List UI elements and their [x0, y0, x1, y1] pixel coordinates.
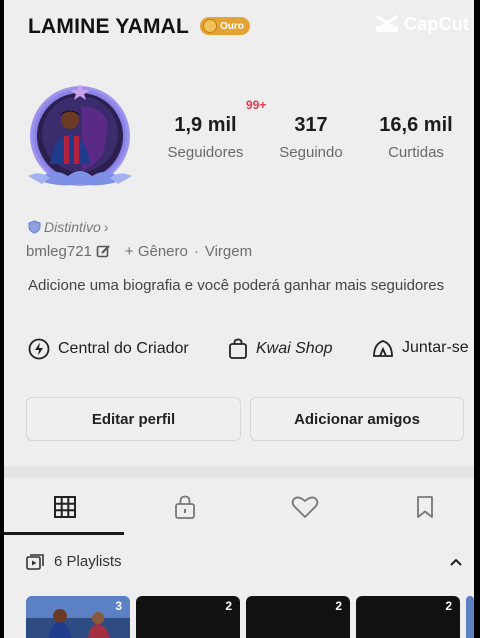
likes-label: Curtidas [388, 144, 444, 161]
creator-center-link[interactable]: Central do Criador [28, 338, 189, 360]
playlist-thumbnail[interactable]: 2 [356, 596, 460, 638]
creator-center-label: Central do Criador [58, 340, 189, 357]
meta-separator: · [193, 243, 199, 260]
profile-screen: LAMINE YAMAL Ouro CapCut 99+ 1,9 mil Seg… [4, 0, 474, 638]
playlist-thumbnail[interactable]: 2 [246, 596, 350, 638]
capcut-watermark: CapCut [374, 12, 469, 36]
playlist-count: 2 [445, 599, 452, 613]
add-friends-button[interactable]: Adicionar amigos [250, 397, 464, 441]
following-count: 317 [294, 114, 328, 136]
playlists-header[interactable]: 6 Playlists [26, 553, 122, 570]
following-label: Seguindo [279, 144, 343, 161]
playlist-count: 3 [115, 599, 122, 613]
shopping-bag-icon [229, 338, 247, 359]
playlist-count: 2 [335, 599, 342, 613]
chevron-right-icon: › [103, 219, 109, 235]
kwai-shop-link[interactable]: Kwai Shop [228, 338, 333, 360]
active-tab-indicator [4, 532, 124, 535]
lightning-icon [28, 338, 50, 360]
likes-count: 16,6 mil [379, 114, 453, 136]
profile-meta: bmleg721 + Gênero · Virgem [26, 243, 252, 260]
heart-icon [291, 496, 318, 518]
user-handle: bmleg721 [26, 243, 92, 260]
avatar-image [28, 84, 132, 186]
playlist-icon [26, 553, 44, 570]
tab-liked[interactable] [246, 478, 363, 536]
grid-icon [53, 496, 76, 518]
content-tabbar [4, 478, 474, 536]
section-divider [4, 466, 474, 478]
capcut-logo-icon [376, 14, 398, 32]
tab-saved[interactable] [366, 478, 474, 536]
tab-posts[interactable] [6, 478, 123, 536]
level-badge-label: Ouro [220, 20, 244, 32]
coin-icon [203, 19, 217, 33]
bio-prompt[interactable]: Adicione uma biografia e você poderá gan… [28, 276, 448, 296]
chevron-up-icon[interactable] [449, 557, 463, 567]
lock-icon [174, 495, 195, 519]
followers-count: 1,9 mil [174, 114, 237, 136]
edit-icon[interactable] [96, 244, 111, 259]
playlist-thumbnail[interactable]: 2 [136, 596, 240, 638]
edit-profile-button[interactable]: Editar perfil [26, 397, 241, 441]
tab-private[interactable] [126, 478, 243, 536]
shield-icon [28, 220, 41, 234]
profile-username: LAMINE YAMAL [28, 15, 190, 38]
distintivo-label: Distintivo [44, 219, 101, 235]
followers-label: Seguidores [167, 144, 244, 161]
stat-following[interactable]: 317 Seguindo [266, 114, 356, 161]
playlist-thumbnail[interactable]: 3 [26, 596, 130, 638]
playlists-label: 6 Playlists [54, 553, 122, 570]
bookmark-icon [416, 496, 433, 518]
level-badge[interactable]: Ouro [200, 17, 250, 35]
capcut-label: CapCut [404, 13, 470, 34]
join-label: Juntar-se [402, 339, 469, 356]
avatar[interactable] [20, 80, 140, 200]
tent-icon [373, 340, 393, 357]
kwai-shop-label: Kwai Shop [256, 340, 333, 357]
zodiac-sign[interactable]: Virgem [205, 243, 252, 260]
stat-likes[interactable]: 16,6 mil Curtidas [366, 114, 466, 161]
gender-field[interactable]: + Gênero [125, 243, 188, 260]
join-link[interactable]: Juntar-se [372, 338, 469, 358]
stat-followers[interactable]: 1,9 mil Seguidores [158, 114, 253, 161]
notification-badge: 99+ [246, 98, 267, 112]
playlist-thumbnail-partial[interactable] [466, 596, 474, 638]
playlist-count: 2 [225, 599, 232, 613]
distintivo-link[interactable]: Distintivo › [28, 219, 108, 235]
